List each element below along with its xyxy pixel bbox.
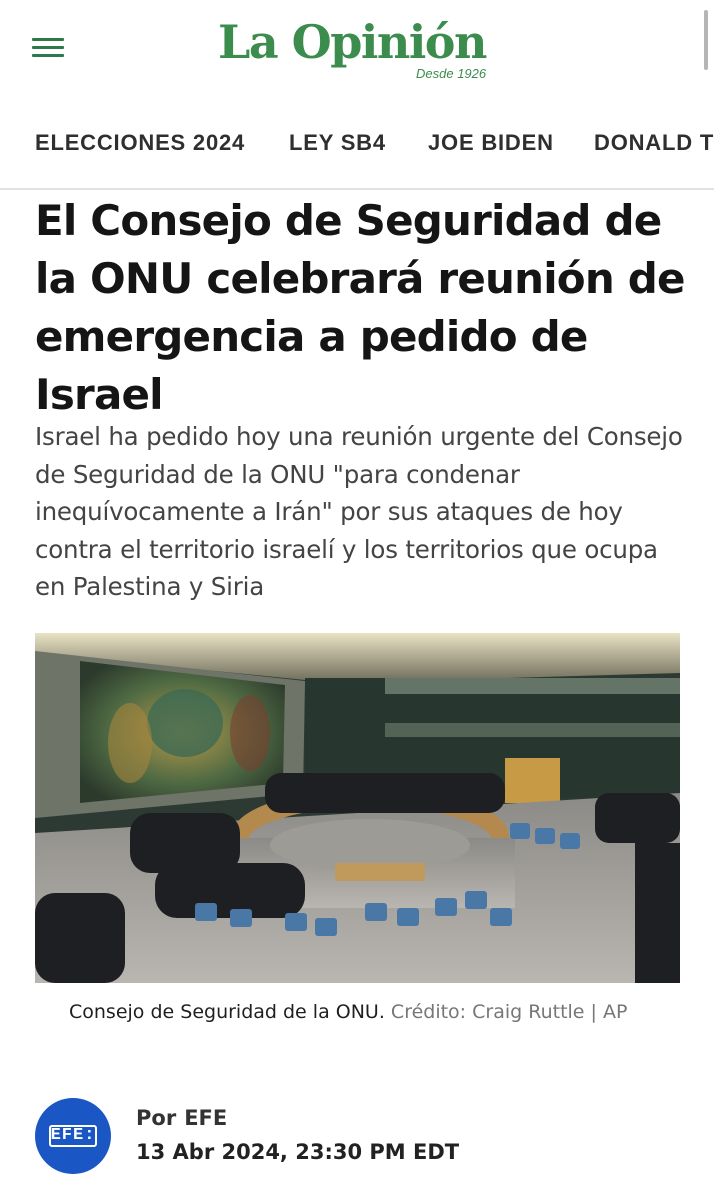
security-council-chamber-image [35,633,680,983]
nav-item-joe-biden[interactable]: JOE BIDEN [428,130,554,156]
nav-item-elecciones[interactable]: ELECCIONES 2024 [35,130,245,156]
efe-author-avatar[interactable]: EFE: [35,1098,111,1174]
efe-logo-text: EFE: [50,1126,96,1145]
nav-item-donald[interactable]: DONALD T [594,130,714,156]
menu-line [32,38,64,41]
logo-tagline: Desde 1926 [416,66,487,81]
author-link[interactable]: EFE [184,1106,227,1130]
article-photo[interactable] [35,633,680,983]
menu-line [32,54,64,57]
nav-item-ley-sb4[interactable]: LEY SB4 [289,130,386,156]
menu-line [32,46,64,49]
caption-text: Consejo de Seguridad de la ONU. [69,1001,385,1023]
article-summary: Israel ha pedido hoy una reunión urgente… [35,422,683,601]
article-byline: Por EFE [136,1106,227,1130]
topic-nav: ELECCIONES 2024 LEY SB4 JOE BIDEN DONALD… [0,120,714,170]
publish-date: 13 Abr 2024, 23:30 PM EDT [136,1140,460,1164]
photo-caption: Consejo de Seguridad de la ONU. Crédito:… [69,998,629,1026]
hamburger-menu-icon[interactable] [32,36,66,62]
byline-prefix: Por [136,1106,177,1130]
article-headline: El Consejo de Seguridad de la ONU celebr… [35,196,686,419]
site-logo[interactable]: La Opinión Desde 1926 [218,14,508,84]
photo-credit: Crédito: Craig Ruttle | AP [390,1001,628,1023]
logo-wordmark: La Opinión [218,15,487,69]
scrollbar[interactable] [704,10,708,70]
site-header: La Opinión Desde 1926 ELECCIONES 2024 LE… [0,0,714,190]
